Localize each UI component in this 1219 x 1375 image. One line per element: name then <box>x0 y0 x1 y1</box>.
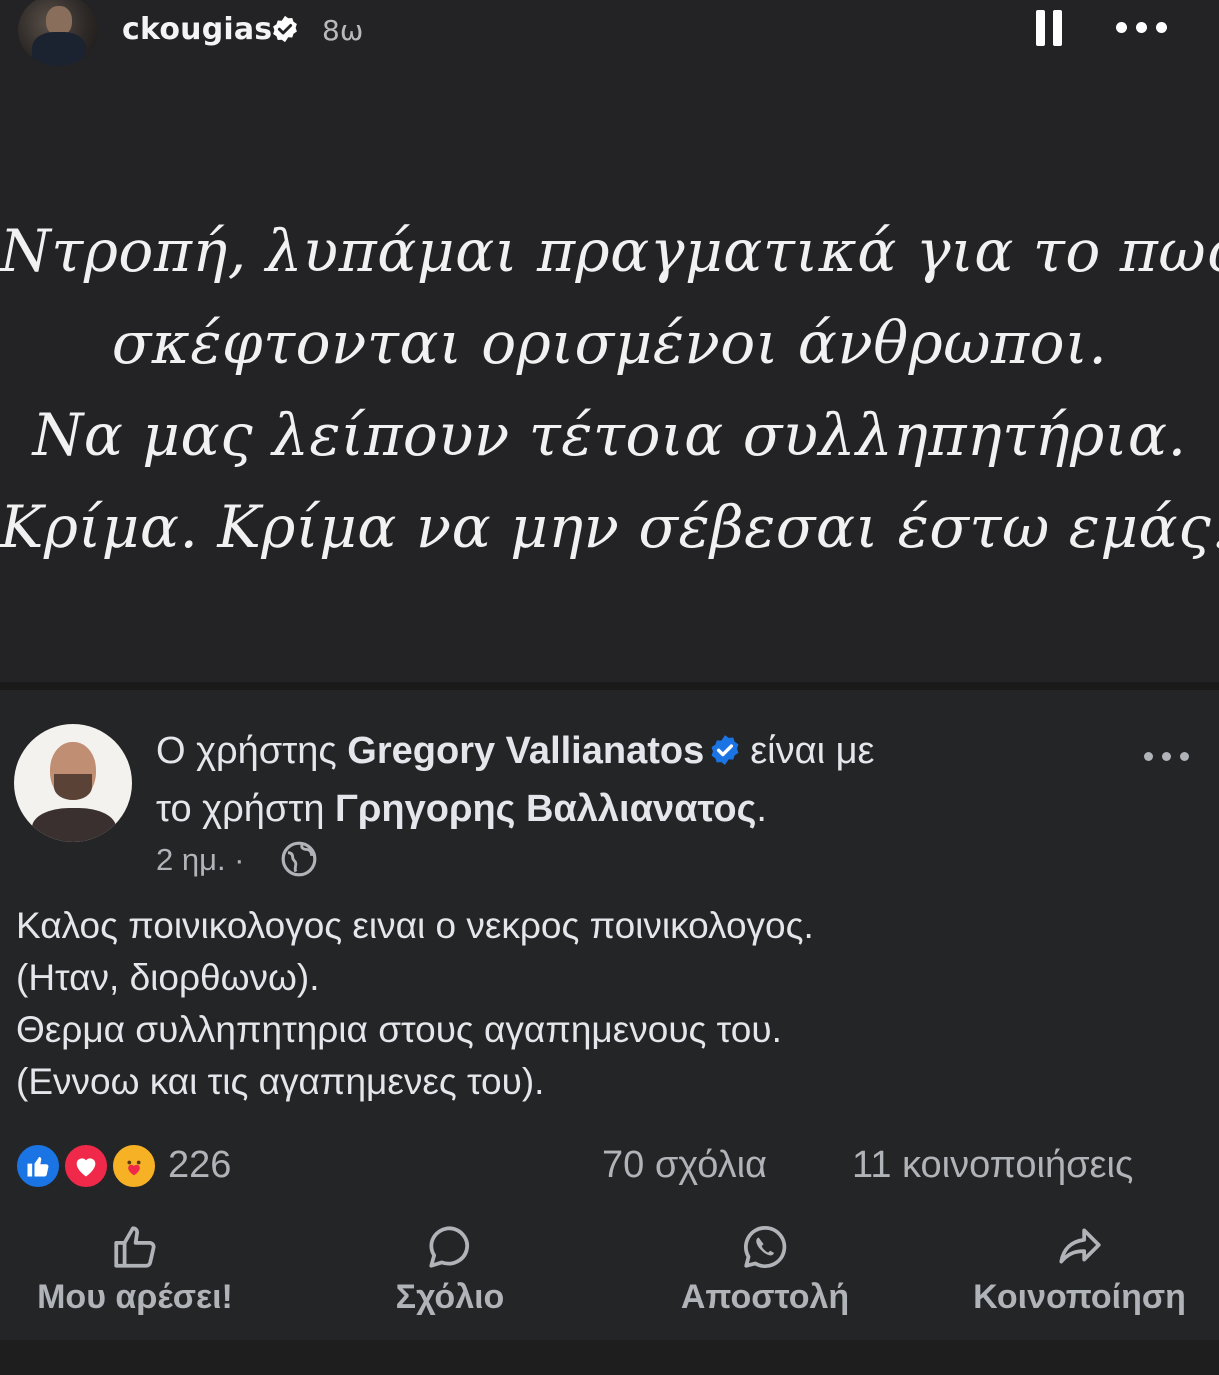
send-button[interactable]: Αποστολή <box>640 1222 890 1340</box>
quote-line: Ντροπή, λυπάμαι πραγματικά για το πως <box>0 217 1219 285</box>
bottom-strip <box>0 1340 1219 1375</box>
story-header: ckougias 8ω <box>0 0 1219 70</box>
post-header: Ο χρήστης Gregory Vallianatos είναι με τ… <box>156 722 1116 838</box>
like-button[interactable]: Μου αρέσει! <box>0 1222 270 1340</box>
more-icon[interactable] <box>1112 12 1172 42</box>
send-label: Αποστολή <box>680 1278 850 1316</box>
post-time[interactable]: 2 ημ. · <box>156 842 245 878</box>
share-button[interactable]: Κοινοποίηση <box>940 1222 1219 1340</box>
thumbs-up-icon <box>114 1226 156 1268</box>
pause-icon[interactable] <box>1034 10 1064 46</box>
story-avatar[interactable] <box>18 0 98 66</box>
facebook-post: Ο χρήστης Gregory Vallianatos είναι με τ… <box>0 690 1219 1340</box>
share-label: Κοινοποίηση <box>973 1278 1186 1316</box>
quote-line: Να μας λείπουν τέτοια συλληπητήρια. <box>32 401 1187 469</box>
header-prefix: Ο χρήστης <box>156 730 337 772</box>
story-username[interactable]: ckougias <box>122 12 272 47</box>
body-line: (Εννοω και τις αγαπημενες του). <box>16 1061 545 1102</box>
more-icon[interactable] <box>1140 748 1196 768</box>
whatsapp-icon <box>743 1225 787 1269</box>
author-name[interactable]: Gregory Vallianatos <box>347 730 704 772</box>
tagged-user[interactable]: Γρηγορης Βαλλιανατος <box>335 788 756 830</box>
post-body: Καλος ποινικολογος ειναι ο νεκρος ποινικ… <box>16 900 1206 1108</box>
quote-line: Κρίμα. Κρίμα να μην σέβεσαι έστω εμάς. <box>0 493 1219 561</box>
quote-line: σκέφτονται ορισμένοι άνθρωποι. <box>111 309 1108 377</box>
share-arrow-icon <box>1058 1228 1101 1264</box>
like-reaction-icon[interactable] <box>14 1142 62 1190</box>
reaction-count[interactable]: 226 <box>168 1144 231 1187</box>
body-line: Θερμα συλληπητηρια στους αγαπημενους του… <box>16 1009 782 1050</box>
body-line: (Ηταν, διορθωνω). <box>16 957 320 998</box>
comment-label: Σχόλιο <box>395 1278 505 1316</box>
care-reaction-icon[interactable] <box>110 1142 158 1190</box>
verified-badge-icon <box>273 15 297 43</box>
love-reaction-icon[interactable] <box>62 1142 110 1190</box>
body-line: Καλος ποινικολογος ειναι ο νεκρος ποινικ… <box>16 905 814 946</box>
header-mid: είναι με <box>750 730 875 772</box>
story-quote: Ντροπή, λυπάμαι πραγματικά για το πως σκ… <box>0 205 1219 573</box>
header-end: . <box>756 788 767 830</box>
reactions-row: 226 70 σχόλια 11 κοινοποιήσεις <box>14 1142 1204 1192</box>
comment-button[interactable]: Σχόλιο <box>330 1222 570 1340</box>
comment-bubble-icon <box>429 1226 470 1268</box>
like-label: Μου αρέσει! <box>37 1278 233 1316</box>
action-bar: Μου αρέσει! Σχόλιο Αποστολή Κοινοποίηση <box>0 1222 1219 1340</box>
globe-icon <box>281 841 317 877</box>
story-time: 8ω <box>322 14 364 47</box>
avatar[interactable] <box>14 724 132 842</box>
shares-count[interactable]: 11 κοινοποιήσεις <box>852 1144 1133 1187</box>
verified-badge-icon <box>711 735 739 765</box>
comments-count[interactable]: 70 σχόλια <box>602 1144 767 1187</box>
header-mid2: το χρήστη <box>156 788 325 830</box>
divider <box>0 682 1219 690</box>
